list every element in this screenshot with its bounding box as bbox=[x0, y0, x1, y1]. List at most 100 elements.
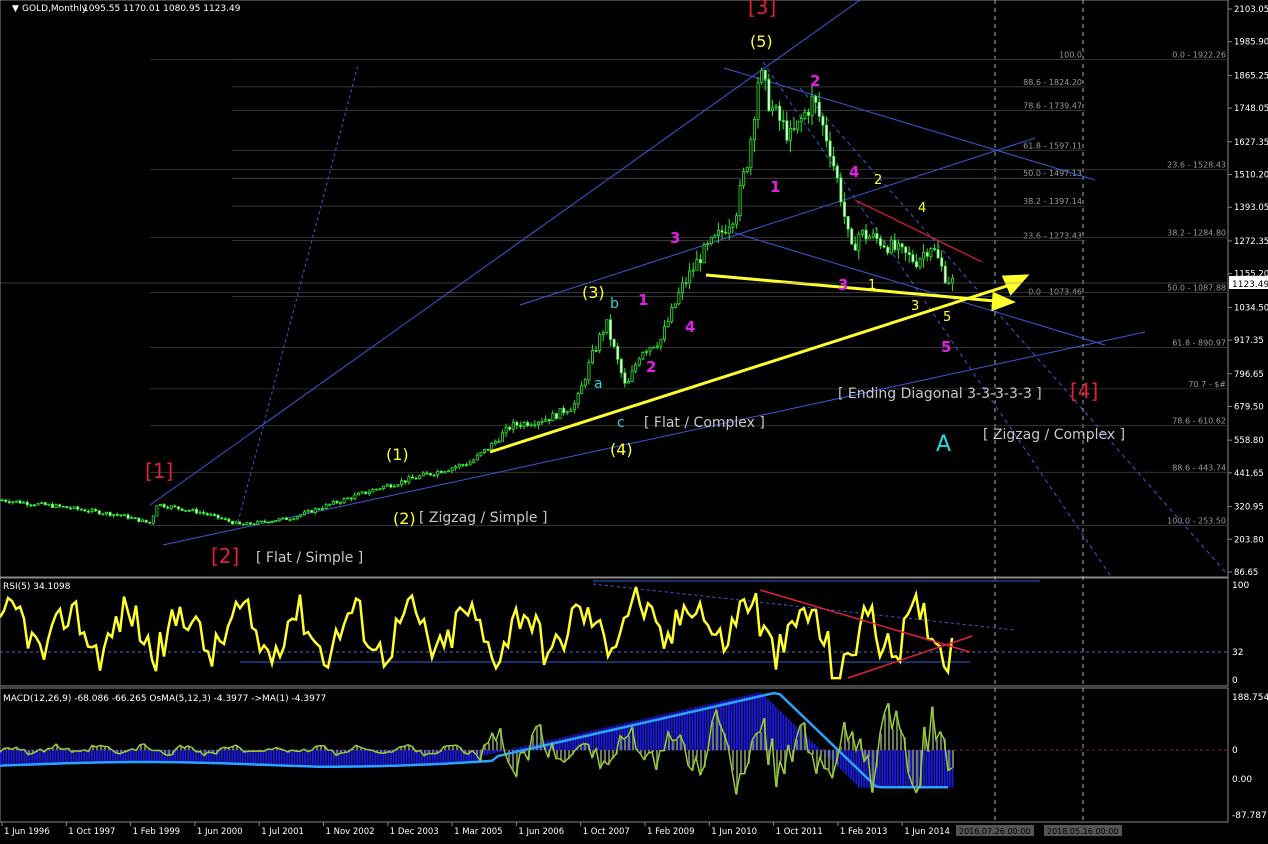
candle-down bbox=[26, 502, 28, 505]
candle-up bbox=[570, 410, 572, 412]
candle-up bbox=[588, 363, 590, 380]
candle-down bbox=[59, 505, 61, 507]
candle-up bbox=[199, 512, 201, 513]
candle-up bbox=[447, 471, 449, 472]
date-tick-label: 1 Dec 2003 bbox=[390, 827, 439, 837]
macd-bar bbox=[848, 750, 850, 777]
candle-down bbox=[548, 419, 550, 420]
macd-bar bbox=[356, 750, 358, 767]
candle-down bbox=[721, 231, 723, 233]
osma-bar bbox=[884, 714, 886, 750]
macd-bar bbox=[403, 750, 405, 765]
candle-down bbox=[865, 230, 867, 239]
candle-down bbox=[203, 512, 205, 513]
candle-up bbox=[375, 489, 377, 490]
candle-down bbox=[887, 247, 889, 253]
candle-down bbox=[944, 266, 946, 283]
candle-down bbox=[415, 478, 417, 479]
macd-bar bbox=[299, 750, 301, 767]
fib-label-left: 23.6 - 1273.43 bbox=[1023, 232, 1082, 241]
macd-bar bbox=[307, 750, 309, 767]
macd-bar bbox=[736, 698, 738, 751]
macd-bar bbox=[83, 750, 85, 763]
candle-down bbox=[116, 514, 118, 515]
macd-bar bbox=[572, 735, 574, 750]
macd-bar bbox=[140, 750, 142, 763]
wave-label-4: [4] bbox=[1070, 379, 1098, 403]
macd-bar bbox=[138, 750, 140, 763]
candle-down bbox=[62, 506, 64, 507]
fib-label-right: 23.6 - 1528.43 bbox=[1167, 160, 1226, 169]
candle-up bbox=[660, 339, 662, 346]
macd-bar bbox=[559, 738, 561, 751]
macd-bar bbox=[133, 750, 135, 763]
date-tick-label: 1 Jun 2000 bbox=[197, 827, 243, 837]
candle-up bbox=[476, 455, 478, 460]
macd-axis-top: 188.754 bbox=[1232, 693, 1268, 703]
candle-up bbox=[753, 119, 755, 139]
candle-down bbox=[822, 116, 824, 125]
macd-bar bbox=[494, 750, 496, 753]
candle-down bbox=[177, 507, 179, 509]
candle-down bbox=[555, 414, 557, 419]
osma-bar bbox=[912, 750, 914, 784]
candle-up bbox=[494, 441, 496, 443]
date-tick-label: 1 Jun 1996 bbox=[4, 827, 50, 837]
candle-up bbox=[642, 352, 644, 359]
wave-label-1: [1] bbox=[145, 459, 173, 483]
macd-bar bbox=[75, 750, 77, 763]
price-tick-label: 1748.05 bbox=[1234, 104, 1268, 114]
candle-up bbox=[858, 234, 860, 250]
macd-bar bbox=[887, 750, 889, 788]
macd-bar bbox=[304, 750, 306, 767]
macd-bar bbox=[135, 750, 137, 763]
candle-down bbox=[195, 509, 197, 513]
macd-bar bbox=[151, 750, 153, 763]
candle-up bbox=[689, 271, 691, 283]
macd-bar bbox=[315, 750, 317, 767]
candle-down bbox=[519, 425, 521, 426]
candle-up bbox=[170, 506, 172, 508]
candle-down bbox=[350, 498, 352, 499]
candle-up bbox=[541, 421, 543, 422]
candle-up bbox=[861, 230, 863, 234]
macd-bar bbox=[16, 750, 18, 765]
candle-up bbox=[48, 504, 50, 505]
candle-up bbox=[663, 327, 665, 340]
label-i4: (4) bbox=[610, 440, 633, 459]
candle-up bbox=[293, 519, 295, 520]
date-tick-label: 1 Oct 1997 bbox=[68, 827, 115, 837]
macd-bar bbox=[777, 709, 779, 750]
candle-up bbox=[919, 259, 921, 267]
candle-up bbox=[314, 509, 316, 513]
macd-bar bbox=[101, 750, 103, 763]
candle-down bbox=[912, 255, 914, 262]
candle-up bbox=[811, 96, 813, 115]
candle-up bbox=[692, 270, 694, 271]
candle-down bbox=[44, 503, 46, 505]
date-tick-label: 1 Jun 2006 bbox=[518, 827, 564, 837]
candle-up bbox=[501, 433, 503, 441]
chart-window: 100.088.6 - 1824.2078.6 - 1739.4761.8 - … bbox=[0, 0, 1268, 840]
candle-up bbox=[703, 245, 705, 263]
macd-bar bbox=[460, 750, 462, 762]
candle-down bbox=[206, 513, 208, 514]
candle-down bbox=[228, 519, 230, 521]
fib-label-right: 100.0 - 253.50 bbox=[1167, 516, 1226, 525]
candle-down bbox=[33, 505, 35, 506]
candle-down bbox=[98, 511, 100, 514]
candle-down bbox=[847, 216, 849, 229]
candle-down bbox=[725, 232, 727, 233]
osma-bar bbox=[936, 740, 938, 751]
osma-bar bbox=[740, 750, 742, 774]
candle-up bbox=[732, 224, 734, 227]
candle-up bbox=[602, 332, 604, 334]
candle-up bbox=[361, 492, 363, 493]
macd-bar bbox=[939, 750, 941, 788]
macd-bar bbox=[65, 750, 67, 763]
candle-down bbox=[782, 121, 784, 122]
price-tick-label: 2103.05 bbox=[1234, 5, 1268, 15]
macd-bar bbox=[130, 750, 132, 763]
candle-up bbox=[804, 112, 806, 118]
candle-up bbox=[797, 121, 799, 129]
